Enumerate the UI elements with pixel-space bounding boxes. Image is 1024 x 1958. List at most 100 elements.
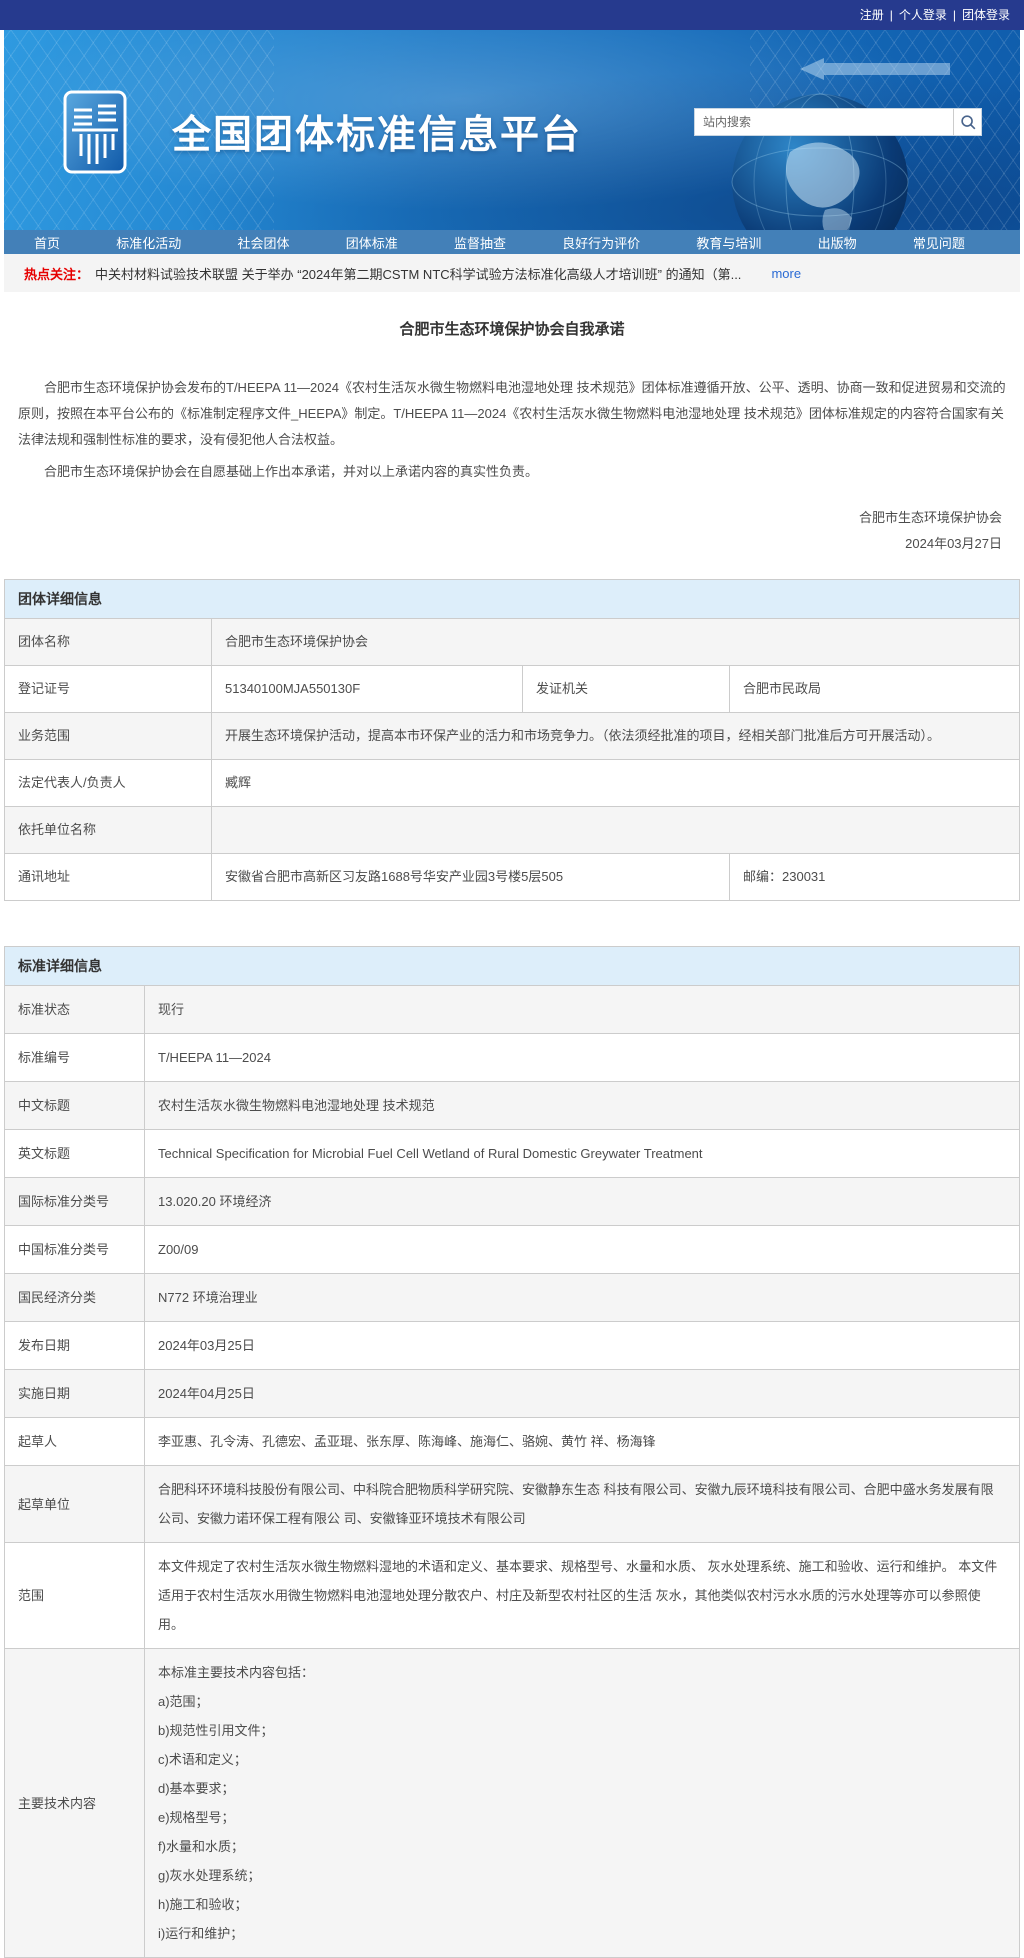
table-row: 团体名称 合肥市生态环境保护协会 (4, 618, 1020, 666)
arrow-decoration (800, 58, 950, 80)
table-row: 通讯地址 安徽省合肥市高新区习友路1688号华安产业园3号楼5层505 邮编：2… (4, 853, 1020, 901)
legal-representative-label: 法定代表人/负责人 (4, 759, 212, 807)
table-row: 发布日期 2024年03月25日 (4, 1321, 1020, 1370)
standard-field-label: 起草人 (4, 1417, 145, 1466)
standard-field-value: Z00/09 (144, 1225, 1020, 1274)
topbar: 注册 | 个人登录 | 团体登录 (0, 0, 1024, 30)
standard-field-value: 本文件规定了农村生活灰水微生物燃料湿地的术语和定义、基本要求、规格型号、水量和水… (144, 1542, 1020, 1649)
standard-field-label: 起草单位 (4, 1465, 145, 1543)
table-row: 中国标准分类号 Z00/09 (4, 1225, 1020, 1274)
nav-item[interactable]: 标准化活动 (116, 233, 181, 252)
standard-table-body: 标准状态 现行 标准编号 T/HEEPA 11—2024 中文标题 农村生活灰水… (4, 985, 1020, 1958)
standard-field-value: 合肥科环环境科技股份有限公司、中科院合肥物质科学研究院、安徽静东生态 科技有限公… (144, 1465, 1020, 1543)
table-row: 业务范围 开展生态环境保护活动，提高本市环保产业的活力和市场竞争力。（依法须经批… (4, 712, 1020, 760)
standard-field-value: 农村生活灰水微生物燃料电池湿地处理 技术规范 (144, 1081, 1020, 1130)
standard-field-value: 现行 (144, 985, 1020, 1034)
business-scope-label: 业务范围 (4, 712, 212, 760)
nav-item[interactable]: 良好行为评价 (562, 233, 640, 252)
table-row: 标准状态 现行 (4, 985, 1020, 1034)
standard-field-label: 英文标题 (4, 1129, 145, 1178)
standard-info-table: 标准详细信息 标准状态 现行 标准编号 T/HEEPA 11—2024 中文标题… (4, 946, 1020, 1958)
standard-field-value: 本标准主要技术内容包括： a)范围； b)规范性引用文件； c)术语和定义； d… (144, 1648, 1020, 1958)
topbar-links: 注册 | 个人登录 | 团体登录 (856, 6, 1014, 24)
business-scope-value: 开展生态环境保护活动，提高本市环保产业的活力和市场竞争力。（依法须经批准的项目，… (211, 712, 1020, 760)
nav-item[interactable]: 首页 (34, 233, 60, 252)
address-label: 通讯地址 (4, 853, 212, 901)
article: 合肥市生态环境保护协会自我承诺 合肥市生态环境保护协会发布的T/HEEPA 11… (4, 318, 1020, 557)
supporting-unit-label: 依托单位名称 (4, 806, 212, 854)
standard-field-label: 主要技术内容 (4, 1648, 145, 1958)
legal-representative-value: 臧辉 (211, 759, 1020, 807)
hot-topics-label: 热点关注： (24, 266, 90, 282)
standard-field-label: 国际标准分类号 (4, 1177, 145, 1226)
signature-date: 2024年03月27日 (905, 536, 1002, 551)
nav-item[interactable]: 社会团体 (237, 233, 289, 252)
table-row: 法定代表人/负责人 臧辉 (4, 759, 1020, 807)
commitment-paragraph-1: 合肥市生态环境保护协会发布的T/HEEPA 11—2024《农村生活灰水微生物燃… (18, 380, 1006, 447)
standard-field-label: 标准状态 (4, 985, 145, 1034)
standard-field-value: T/HEEPA 11—2024 (144, 1033, 1020, 1082)
nav-item[interactable]: 团体标准 (346, 233, 398, 252)
nav-item[interactable]: 监督抽查 (454, 233, 506, 252)
standard-field-label: 国民经济分类 (4, 1273, 145, 1322)
commitment-paragraph-2: 合肥市生态环境保护协会在自愿基础上作出本承诺，并对以上承诺内容的真实性负责。 (44, 464, 539, 479)
standard-field-label: 发布日期 (4, 1321, 145, 1370)
standard-field-value: 李亚惠、孔令涛、孔德宏、孟亚琨、张东厚、陈海峰、施海仁、骆婉、黄竹 祥、杨海锋 (144, 1417, 1020, 1466)
search-input[interactable] (695, 109, 953, 135)
topbar-link[interactable]: 个人登录 (895, 8, 951, 22)
table-row: 中文标题 农村生活灰水微生物燃料电池湿地处理 技术规范 (4, 1081, 1020, 1130)
standard-field-value: 13.020.20 环境经济 (144, 1177, 1020, 1226)
nav-item[interactable]: 常见问题 (913, 233, 965, 252)
table-row: 起草单位 合肥科环环境科技股份有限公司、中科院合肥物质科学研究院、安徽静东生态 … (4, 1465, 1020, 1543)
nav-item[interactable]: 教育与培训 (696, 233, 761, 252)
table-row: 范围 本文件规定了农村生活灰水微生物燃料湿地的术语和定义、基本要求、规格型号、水… (4, 1542, 1020, 1649)
nav-item[interactable]: 出版物 (818, 233, 857, 252)
brand: 全国团体标准信息平台 (62, 90, 582, 174)
site-title: 全国团体标准信息平台 (172, 114, 583, 157)
search-bar (694, 108, 982, 136)
search-icon (960, 115, 975, 130)
table-row: 实施日期 2024年04月25日 (4, 1369, 1020, 1418)
group-info-table: 团体详细信息 团体名称 合肥市生态环境保护协会 登记证号 51340100MJA… (4, 579, 1020, 901)
table-row: 主要技术内容 本标准主要技术内容包括： a)范围； b)规范性引用文件； c)术… (4, 1648, 1020, 1958)
standard-field-value: N772 环境治理业 (144, 1273, 1020, 1322)
standard-field-label: 中国标准分类号 (4, 1225, 145, 1274)
standard-table-header-row: 标准详细信息 (4, 946, 1020, 986)
topbar-separator: | (952, 8, 956, 22)
hot-topics-bar: 热点关注： 中关村材料试验技术联盟 关于举办 “2024年第二期CSTM NTC… (4, 254, 1020, 292)
standard-field-value: Technical Specification for Microbial Fu… (144, 1129, 1020, 1178)
address-value: 安徽省合肥市高新区习友路1688号华安产业园3号楼5层505 (211, 853, 730, 901)
issuing-authority-label: 发证机关 (522, 665, 730, 713)
topbar-link[interactable]: 注册 (856, 8, 888, 22)
postal-code-value: 邮编：230031 (729, 853, 1020, 901)
registration-number-value: 51340100MJA550130F (211, 665, 523, 713)
group-name-value: 合肥市生态环境保护协会 (211, 618, 1020, 666)
more-link[interactable]: more (771, 266, 801, 281)
search-button[interactable] (953, 109, 981, 135)
standard-field-label: 中文标题 (4, 1081, 145, 1130)
standard-field-label: 范围 (4, 1542, 145, 1649)
signature-name: 合肥市生态环境保护协会 (858, 510, 1002, 525)
page-title: 合肥市生态环境保护协会自我承诺 (399, 321, 625, 338)
topbar-link[interactable]: 团体登录 (958, 8, 1014, 22)
group-table-title: 团体详细信息 (4, 579, 1020, 619)
main-nav: 首页 标准化活动 社会团体 团体标准 监督抽查 良好行为评价 教育与培训 出版物 常见问题 (4, 230, 1020, 254)
table-row: 依托单位名称 (4, 806, 1020, 854)
platform-logo (63, 90, 127, 174)
table-row: 国民经济分类 N772 环境治理业 (4, 1273, 1020, 1322)
supporting-unit-value (211, 806, 1020, 854)
table-row: 英文标题 Technical Specification for Microbi… (4, 1129, 1020, 1178)
standard-field-value: 2024年03月25日 (144, 1321, 1020, 1370)
standard-table-title: 标准详细信息 (4, 946, 1020, 986)
group-name-label: 团体名称 (4, 618, 212, 666)
table-row: 标准编号 T/HEEPA 11—2024 (4, 1033, 1020, 1082)
issuing-authority-value: 合肥市民政局 (729, 665, 1020, 713)
page-body: 全国团体标准信息平台 首页 标准化活动 社会团体 团体标准 监督抽查 良好行为评价 教育与培… (4, 30, 1020, 1958)
standard-field-label: 实施日期 (4, 1369, 145, 1418)
table-row: 起草人 李亚惠、孔令涛、孔德宏、孟亚琨、张东厚、陈海峰、施海仁、骆婉、黄竹 祥、… (4, 1417, 1020, 1466)
group-table-header-row: 团体详细信息 (4, 579, 1020, 619)
standard-field-label: 标准编号 (4, 1033, 145, 1082)
table-row: 国际标准分类号 13.020.20 环境经济 (4, 1177, 1020, 1226)
registration-number-label: 登记证号 (4, 665, 212, 713)
hot-topic-link[interactable]: 中关村材料试验技术联盟 关于举办 “2024年第二期CSTM NTC科学试验方法… (95, 264, 741, 283)
